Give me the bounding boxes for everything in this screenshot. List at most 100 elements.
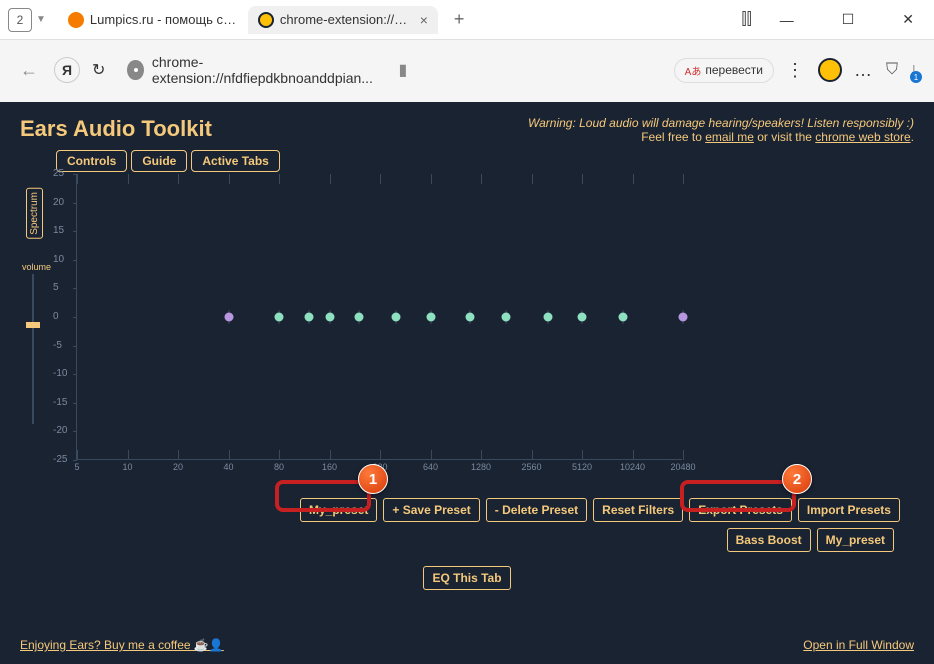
preset-buttons-row2: Bass Boost My_preset [20,528,914,552]
tab-counter[interactable]: 2 [8,8,32,32]
x-tick-label: 80 [274,462,284,472]
new-tab-button[interactable]: + [446,5,473,34]
maximize-button[interactable]: ☐ [830,7,867,32]
browser-chrome: 2 ▼ Lumpics.ru - помощь с ком chrome-ext… [0,0,934,102]
url-field[interactable]: chrome-extension://nfdfiepdkbnoanddpian.… [117,48,386,92]
y-tick-label: -25 [53,454,67,465]
eq-band-node[interactable] [543,313,552,322]
eq-this-tab-button[interactable]: EQ This Tab [423,566,510,590]
eq-band-node[interactable] [355,313,364,322]
close-window-button[interactable]: ✕ [890,7,926,32]
delete-preset-button[interactable]: - Delete Preset [486,498,587,522]
eq-this-row: EQ This Tab [20,566,914,590]
address-bar: ← Я ↻ chrome-extension://nfdfiepdkbnoand… [0,40,934,100]
downloads-icon[interactable]: ↓1 [910,61,918,79]
eq-band-node[interactable] [578,313,587,322]
y-tick-label: 10 [53,254,64,265]
window-controls: ― ☐ ✕ [768,7,926,32]
ui-tabs: Controls Guide Active Tabs [56,150,914,172]
x-tick-label: 5 [74,462,79,472]
eq-band-node[interactable] [275,313,284,322]
export-presets-button[interactable]: Export Presets [689,498,792,522]
close-tab-icon[interactable]: × [420,12,428,28]
x-tick-label: 160 [322,462,337,472]
eq-band-node[interactable] [224,313,233,322]
warning-block: Warning: Loud audio will damage hearing/… [528,116,914,144]
x-tick-label: 40 [223,462,233,472]
volume-slider-track[interactable] [32,274,34,424]
translate-icon: Aあ [685,63,702,78]
eq-band-node[interactable] [325,313,334,322]
warning-line2: Feel free to email me or visit the chrom… [528,130,914,144]
y-tick-label: -20 [53,425,67,436]
highlight-number-1: 1 [358,464,388,494]
x-tick-label: 2560 [521,462,541,472]
y-tick-label: -15 [53,397,67,408]
import-presets-button[interactable]: Import Presets [798,498,900,522]
shield-icon[interactable]: ⛉ [886,61,898,79]
tab-guide[interactable]: Guide [131,150,187,172]
x-tick-label: 640 [423,462,438,472]
email-link[interactable]: email me [705,130,754,144]
tab-controls[interactable]: Controls [56,150,127,172]
url-text: chrome-extension://nfdfiepdkbnoanddpian.… [152,54,377,86]
translate-label: перевести [705,63,763,77]
extensions-menu-icon[interactable]: … [854,60,874,81]
tab-active-tabs[interactable]: Active Tabs [191,150,279,172]
eq-band-node[interactable] [426,313,435,322]
y-tick-label: 0 [53,311,59,322]
volume-slider-thumb[interactable] [26,322,40,328]
reader-mode-icon[interactable]: ⫿⫿ [741,11,751,29]
y-tick-label: 15 [53,225,64,236]
downloads-badge: 1 [910,71,922,83]
eq-band-node[interactable] [501,313,510,322]
x-tick-label: 20 [173,462,183,472]
browser-tab-extension[interactable]: chrome-extension://nfd × [248,6,438,34]
reset-filters-button[interactable]: Reset Filters [593,498,683,522]
y-tick-label: 25 [53,168,64,179]
minimize-button[interactable]: ― [768,8,806,32]
eq-area: Spectrum volume 2520151050-5-10-15-20-25… [56,174,914,474]
eq-band-node[interactable] [679,313,688,322]
eq-band-node[interactable] [465,313,474,322]
buy-coffee-link[interactable]: Enjoying Ears? Buy me a coffee ☕👤 [20,638,224,652]
eq-band-node[interactable] [304,313,313,322]
save-preset-button[interactable]: + Save Preset [383,498,479,522]
eq-chart[interactable]: 2520151050-5-10-15-20-255102040801603206… [76,174,682,460]
y-tick-label: 20 [53,197,64,208]
tab-title: Lumpics.ru - помощь с ком [90,12,238,27]
highlight-number-2: 2 [782,464,812,494]
page-header: Ears Audio Toolkit Warning: Loud audio w… [20,116,914,144]
x-tick-label: 10240 [620,462,645,472]
volume-label: volume [22,262,51,272]
x-tick-label: 5120 [572,462,592,472]
chrome-store-link[interactable]: chrome web store [815,130,910,144]
spectrum-toggle[interactable]: Spectrum [26,188,43,239]
tab-dropdown-icon[interactable]: ▼ [36,14,46,25]
eq-band-node[interactable] [392,313,401,322]
my-preset-2-button[interactable]: My_preset [817,528,894,552]
warning-line1: Warning: Loud audio will damage hearing/… [528,116,914,130]
translate-button[interactable]: Aあ перевести [674,58,774,83]
app-title: Ears Audio Toolkit [20,116,212,144]
favicon-icon [68,12,84,28]
open-full-window-link[interactable]: Open in Full Window [803,638,914,652]
tab-title: chrome-extension://nfd [280,12,410,27]
browser-tab-lumpics[interactable]: Lumpics.ru - помощь с ком [58,6,248,34]
home-button[interactable]: Я [54,57,80,83]
back-button[interactable]: ← [16,56,42,85]
ears-extension-icon[interactable] [818,58,842,82]
x-tick-label: 10 [122,462,132,472]
eq-band-node[interactable] [619,313,628,322]
my-preset-button[interactable]: My_preset [300,498,377,522]
x-tick-label: 1280 [471,462,491,472]
extension-page: Ears Audio Toolkit Warning: Loud audio w… [0,102,934,664]
bookmark-icon[interactable]: ▮ [398,60,407,80]
site-menu-icon[interactable]: ⋮ [786,60,806,81]
titlebar: 2 ▼ Lumpics.ru - помощь с ком chrome-ext… [0,0,934,40]
site-info-icon[interactable] [127,60,143,80]
preset-buttons-row1: My_preset + Save Preset - Delete Preset … [300,498,914,522]
bass-boost-button[interactable]: Bass Boost [727,528,811,552]
reload-button[interactable]: ↻ [92,60,105,80]
y-tick-label: -5 [53,340,62,351]
